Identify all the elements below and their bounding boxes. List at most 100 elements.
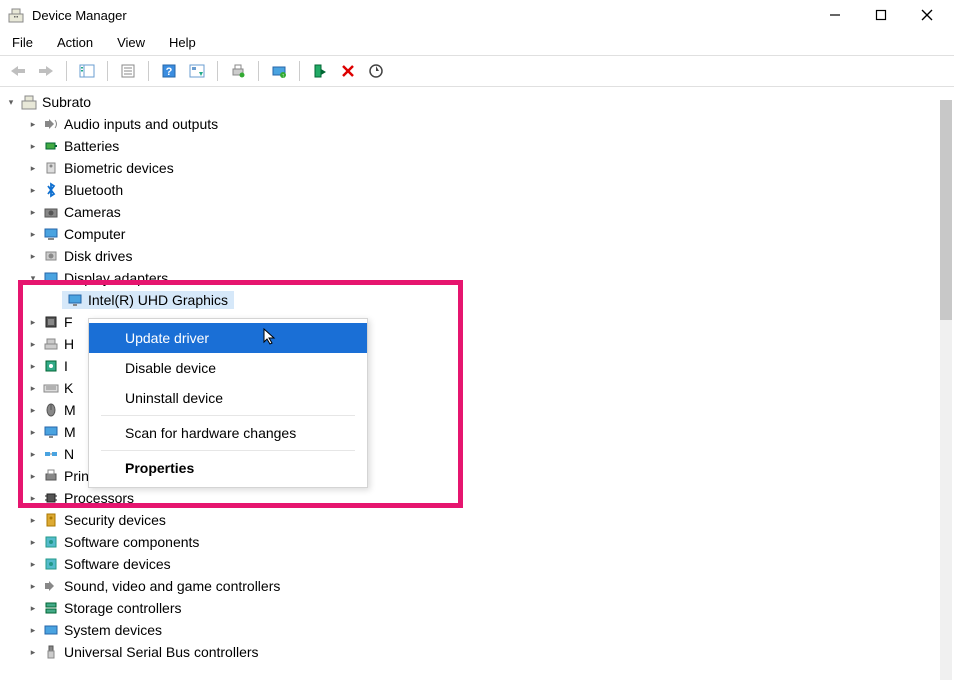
menu-help[interactable]: Help (165, 33, 200, 52)
context-menu-item[interactable]: Update driver (89, 323, 367, 353)
tree-category-label: I (64, 358, 68, 374)
expand-icon[interactable]: ▾ (26, 273, 40, 284)
context-menu-item[interactable]: Disable device (89, 353, 367, 383)
svg-text:?: ? (166, 66, 173, 78)
imaging-icon (42, 357, 60, 375)
tree-category-label: System devices (64, 622, 162, 638)
menu-file[interactable]: File (8, 33, 37, 52)
tree-category-label: Audio inputs and outputs (64, 116, 218, 132)
sound-icon (42, 577, 60, 595)
show-hide-tree-button[interactable] (75, 59, 99, 83)
expand-icon[interactable]: ▸ (26, 559, 40, 570)
mouse-icon (42, 401, 60, 419)
help-button[interactable]: ? (157, 59, 181, 83)
tree-category-node[interactable]: ▸ System devices (4, 619, 954, 641)
expand-icon[interactable]: ▸ (26, 141, 40, 152)
back-button[interactable] (6, 59, 30, 83)
tree-category-node[interactable]: ▸ Batteries (4, 135, 954, 157)
expand-icon[interactable]: ▸ (26, 251, 40, 262)
properties-button[interactable] (116, 59, 140, 83)
action-button[interactable] (185, 59, 209, 83)
expand-icon[interactable]: ▸ (26, 163, 40, 174)
tree-category-node[interactable]: ▸Disk drives (4, 245, 954, 267)
security-icon (42, 511, 60, 529)
minimize-button[interactable] (812, 0, 858, 30)
expand-icon[interactable]: ▸ (26, 603, 40, 614)
update-driver-button[interactable]: ↑ (267, 59, 291, 83)
expand-icon[interactable]: ▸ (26, 449, 40, 460)
context-menu-item[interactable]: Uninstall device (89, 383, 367, 413)
context-menu-item[interactable]: Scan for hardware changes (89, 418, 367, 448)
tree-category-node[interactable]: ▾ Display adapters (4, 267, 954, 289)
maximize-button[interactable] (858, 0, 904, 30)
menu-action[interactable]: Action (53, 33, 97, 52)
expand-icon[interactable]: ▸ (26, 405, 40, 416)
context-menu-item[interactable]: Properties (89, 453, 367, 483)
tree-category-label: Software components (64, 534, 199, 550)
tree-category-node[interactable]: ▸ Storage controllers (4, 597, 954, 619)
tree-category-node[interactable]: ▸Biometric devices (4, 157, 954, 179)
expand-icon[interactable]: ▸ (26, 493, 40, 504)
tree-category-label: Software devices (64, 556, 171, 572)
expand-icon[interactable]: ▸ (26, 119, 40, 130)
storage-icon (42, 599, 60, 617)
toolbar: ? ↑ (0, 56, 954, 87)
tree-category-label: Storage controllers (64, 600, 182, 616)
tree-category-label: M (64, 402, 76, 418)
expand-icon[interactable]: ▸ (26, 581, 40, 592)
expand-icon[interactable]: ▸ (26, 339, 40, 350)
printer-icon (42, 467, 60, 485)
expand-icon[interactable]: ▸ (26, 471, 40, 482)
tree-root-node[interactable]: ▾ Subrato (4, 91, 954, 113)
toolbar-separator (217, 61, 218, 81)
expand-icon[interactable]: ▸ (26, 207, 40, 218)
expand-icon[interactable]: ▸ (26, 427, 40, 438)
processor-icon (42, 489, 60, 507)
toolbar-separator (66, 61, 67, 81)
enable-device-button[interactable] (308, 59, 332, 83)
tree-category-node[interactable]: ▸Bluetooth (4, 179, 954, 201)
expand-icon[interactable]: ▸ (26, 185, 40, 196)
tree-category-node[interactable]: ▸Sound, video and game controllers (4, 575, 954, 597)
tree-device-node[interactable]: Intel(R) UHD Graphics (4, 289, 954, 311)
tree-category-label: Cameras (64, 204, 121, 220)
forward-button[interactable] (34, 59, 58, 83)
tree-category-node[interactable]: ▸ Audio inputs and outputs (4, 113, 954, 135)
print-button[interactable] (226, 59, 250, 83)
vertical-scrollbar[interactable] (940, 100, 952, 680)
expand-icon[interactable]: ▸ (26, 229, 40, 240)
battery-icon (42, 137, 60, 155)
menubar: File Action View Help (0, 30, 954, 56)
tree-category-node[interactable]: ▸ Software components (4, 531, 954, 553)
expand-icon[interactable]: ▸ (26, 317, 40, 328)
tree-category-label: Computer (64, 226, 125, 242)
tree-category-node[interactable]: ▸ Cameras (4, 201, 954, 223)
expand-icon[interactable]: ▸ (26, 361, 40, 372)
tree-category-node[interactable]: ▸Universal Serial Bus controllers (4, 641, 954, 663)
software-icon (42, 555, 60, 573)
expand-icon[interactable]: ▸ (26, 515, 40, 526)
menu-view[interactable]: View (113, 33, 149, 52)
svg-text:↑: ↑ (282, 74, 285, 80)
tree-category-node[interactable]: ▸ Software devices (4, 553, 954, 575)
tree-category-label: Display adapters (64, 270, 168, 286)
close-button[interactable] (904, 0, 950, 30)
computer-root-icon (20, 93, 38, 111)
collapse-icon[interactable]: ▾ (4, 97, 18, 108)
tree-category-label: Batteries (64, 138, 119, 154)
hid-icon (42, 335, 60, 353)
expand-icon[interactable]: ▸ (26, 647, 40, 658)
expand-icon[interactable]: ▸ (26, 625, 40, 636)
tree-category-node[interactable]: ▸Processors (4, 487, 954, 509)
display-adapter-icon (66, 291, 84, 309)
monitor-icon (42, 423, 60, 441)
expand-icon[interactable]: ▸ (26, 383, 40, 394)
scrollbar-thumb[interactable] (940, 100, 952, 320)
scan-hardware-button[interactable] (364, 59, 388, 83)
tree-category-node[interactable]: ▸ Computer (4, 223, 954, 245)
expand-icon[interactable]: ▸ (26, 537, 40, 548)
keyboard-icon (42, 379, 60, 397)
tree-category-node[interactable]: ▸Security devices (4, 509, 954, 531)
tree-category-label: H (64, 336, 74, 352)
uninstall-device-button[interactable] (336, 59, 360, 83)
